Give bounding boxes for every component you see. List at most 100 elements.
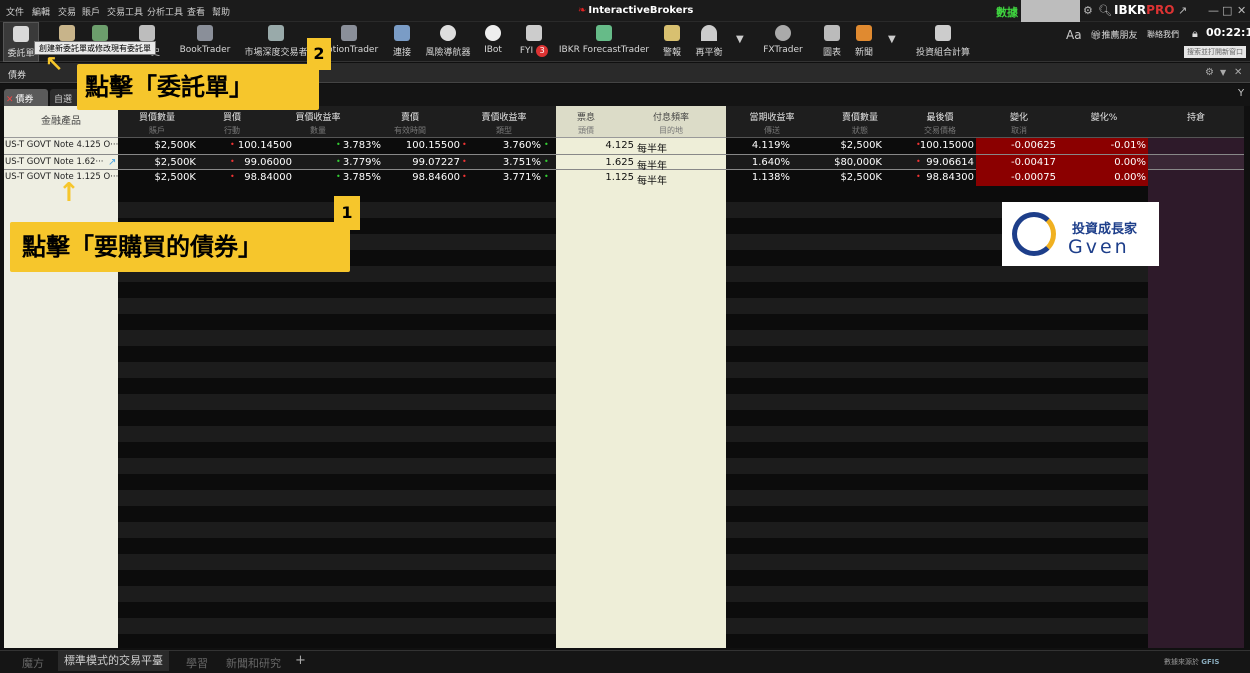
contact-us-button[interactable]: 聯絡我們 bbox=[1147, 29, 1179, 40]
header-10[interactable]: 變化 bbox=[978, 110, 1060, 123]
current-yield-cell[interactable]: 1.138% bbox=[726, 172, 790, 183]
toolbar-item-portfolio-calc[interactable]: 投資組合計算 bbox=[912, 22, 974, 62]
header-2[interactable]: 買價收益率 bbox=[268, 110, 368, 123]
header-9[interactable]: 最後價 bbox=[902, 110, 978, 123]
current-yield-cell[interactable]: 4.119% bbox=[726, 140, 790, 151]
table-row[interactable]: US-T GOVT Note 1.125 O··· $2,500K • 98.8400… bbox=[4, 170, 1244, 187]
last-cell[interactable]: 100.15000 bbox=[902, 140, 974, 151]
toolbar-item-booktrader[interactable]: BookTrader bbox=[178, 22, 232, 62]
header-7[interactable]: 當期收益率 bbox=[726, 110, 818, 123]
bottom-tab-mosaic[interactable]: 魔方 bbox=[22, 655, 44, 671]
header-0[interactable]: 買價數量 bbox=[118, 110, 196, 123]
coupon-cell[interactable]: 4.125 bbox=[556, 140, 634, 151]
header-12[interactable]: 持倉 bbox=[1148, 110, 1244, 123]
product-cell[interactable]: US-T GOVT Note 1.62··· bbox=[5, 157, 104, 167]
change-pct-cell[interactable]: 0.00% bbox=[1060, 157, 1146, 168]
row-stripe bbox=[118, 298, 556, 314]
bid-yield-cell[interactable]: 3.785% bbox=[268, 172, 381, 183]
table-row[interactable]: US-T GOVT Note 4.125 O··· $2,500K • 100.145… bbox=[4, 138, 1244, 155]
close-tab-icon[interactable]: ✕ bbox=[6, 95, 14, 105]
menu-view[interactable]: 查看 bbox=[187, 5, 205, 18]
ask-cell[interactable]: 98.84600 bbox=[368, 172, 460, 183]
ask-size-cell[interactable]: $80,000K bbox=[818, 157, 882, 168]
menu-help[interactable]: 幫助 bbox=[212, 5, 230, 18]
last-cell[interactable]: 99.06614 bbox=[902, 157, 974, 168]
menu-edit[interactable]: 編輯 bbox=[32, 5, 50, 18]
tab-bonds[interactable]: ✕ 債券 bbox=[4, 89, 48, 106]
bid-size-cell[interactable]: $2,500K bbox=[118, 140, 196, 151]
filter-icon[interactable]: Y bbox=[1238, 88, 1244, 99]
chevron-down-icon-2[interactable]: ▼ bbox=[888, 34, 896, 45]
header-1[interactable]: 買價 bbox=[196, 110, 268, 123]
toolbar-item-chart[interactable]: 圖表 bbox=[820, 22, 844, 62]
toolbar-item-fxtrader[interactable]: FXTrader bbox=[761, 22, 805, 62]
panel-menu-icon[interactable]: ▼ bbox=[1220, 68, 1226, 77]
header-6[interactable]: 付息頻率 bbox=[616, 110, 726, 123]
bid-yield-cell[interactable]: 3.779% bbox=[268, 157, 381, 168]
panel-gear-icon[interactable]: ⚙ bbox=[1205, 67, 1214, 78]
refer-friend-label: 推薦朋友 bbox=[1101, 31, 1138, 41]
search-icon[interactable]: 🔍︎ bbox=[1098, 4, 1112, 17]
header-11[interactable]: 變化% bbox=[1060, 110, 1148, 123]
toolbar-item-depth-trader[interactable]: 市場深度交易者 bbox=[243, 22, 309, 62]
last-cell[interactable]: 98.84300 bbox=[902, 172, 974, 183]
ask-size-cell[interactable]: $2,500K bbox=[818, 172, 882, 183]
header-3[interactable]: 賣價 bbox=[368, 110, 452, 123]
bid-yield-cell[interactable]: 3.783% bbox=[268, 140, 381, 151]
product-cell[interactable]: US-T GOVT Note 4.125 O··· bbox=[5, 140, 118, 150]
menu-trade[interactable]: 交易 bbox=[58, 5, 76, 18]
menu-file[interactable]: 文件 bbox=[6, 5, 24, 18]
header-product[interactable]: 金融產品 bbox=[4, 106, 118, 138]
change-cell[interactable]: -0.00625 bbox=[978, 140, 1056, 151]
table-row[interactable]: US-T GOVT Note 1.62··· $2,500K • 99.06000 • 3… bbox=[4, 154, 1244, 172]
header-4[interactable]: 賣價收益率 bbox=[452, 110, 556, 123]
panel-close-icon[interactable]: ✕ bbox=[1234, 67, 1242, 78]
change-pct-cell[interactable]: -0.01% bbox=[1060, 140, 1146, 151]
font-size-button[interactable]: Aa bbox=[1066, 28, 1082, 42]
bottom-tab-news[interactable]: 新聞和研究 bbox=[226, 655, 281, 671]
search-input[interactable]: 搜索並打開新窗口 bbox=[1184, 46, 1246, 58]
minimize-icon[interactable]: — bbox=[1208, 4, 1219, 17]
chevron-down-icon[interactable]: ▼ bbox=[736, 34, 744, 45]
toolbar-item-forecasttrader[interactable]: IBKR ForecastTrader bbox=[558, 22, 650, 62]
close-icon[interactable]: ✕ bbox=[1237, 4, 1246, 17]
coupon-cell[interactable]: 1.125 bbox=[556, 172, 634, 183]
add-tab-button[interactable]: + bbox=[295, 653, 306, 668]
current-yield-cell[interactable]: 1.640% bbox=[726, 157, 790, 168]
toolbar-item-ibot[interactable]: IBot bbox=[482, 22, 504, 62]
frequency-cell[interactable]: 每半年 bbox=[637, 140, 667, 155]
ask-yield-cell[interactable]: 3.771% bbox=[452, 172, 541, 183]
maximize-icon[interactable]: □ bbox=[1222, 4, 1232, 17]
header-8[interactable]: 賣價數量 bbox=[818, 110, 902, 123]
toolbar-item-alerts[interactable]: 警報 bbox=[660, 22, 684, 62]
refer-friend-button[interactable]: 🎁︎推薦朋友 bbox=[1090, 28, 1137, 41]
menu-account[interactable]: 賬戶 bbox=[82, 5, 100, 18]
ask-yield-cell[interactable]: 3.760% bbox=[452, 140, 541, 151]
ask-cell[interactable]: 99.07227 bbox=[368, 157, 460, 168]
row-stripe bbox=[726, 394, 1148, 410]
gear-icon[interactable]: ⚙ bbox=[1083, 4, 1093, 17]
toolbar-item-rebalance[interactable]: 再平衡 bbox=[692, 22, 726, 62]
toolbar-item-link[interactable]: 連接 bbox=[390, 22, 414, 62]
menu-analysis-tools[interactable]: 分析工具 bbox=[147, 5, 183, 18]
bid-size-cell[interactable]: $2,500K bbox=[118, 157, 196, 168]
bottom-tab-classic[interactable]: 標準模式的交易平臺 bbox=[58, 651, 169, 671]
bid-size-cell[interactable]: $2,500K bbox=[118, 172, 196, 183]
change-pct-cell[interactable]: 0.00% bbox=[1060, 172, 1146, 183]
risk-navigator-label: 風險導航器 bbox=[425, 48, 471, 58]
frequency-cell[interactable]: 每半年 bbox=[637, 172, 667, 187]
header-5[interactable]: 票息 bbox=[556, 110, 616, 123]
pin-icon[interactable]: ↗ bbox=[1178, 4, 1187, 17]
ask-cell[interactable]: 100.15500 bbox=[368, 140, 460, 151]
toolbar-item-fyi[interactable]: FYI 3 bbox=[514, 22, 554, 62]
change-cell[interactable]: -0.00075 bbox=[978, 172, 1056, 183]
bottom-tab-learn[interactable]: 學習 bbox=[186, 655, 208, 671]
coupon-cell[interactable]: 1.625 bbox=[556, 157, 634, 168]
toolbar-item-news[interactable]: 新聞 bbox=[852, 22, 876, 62]
toolbar-item-risk-navigator[interactable]: 風險導航器 bbox=[424, 22, 472, 62]
menu-trading-tools[interactable]: 交易工具 bbox=[107, 5, 143, 18]
lock-icon[interactable]: 🔒︎ bbox=[1192, 27, 1198, 41]
ask-yield-cell[interactable]: 3.751% bbox=[452, 157, 541, 168]
change-cell[interactable]: -0.00417 bbox=[978, 157, 1056, 168]
ask-size-cell[interactable]: $2,500K bbox=[818, 140, 882, 151]
